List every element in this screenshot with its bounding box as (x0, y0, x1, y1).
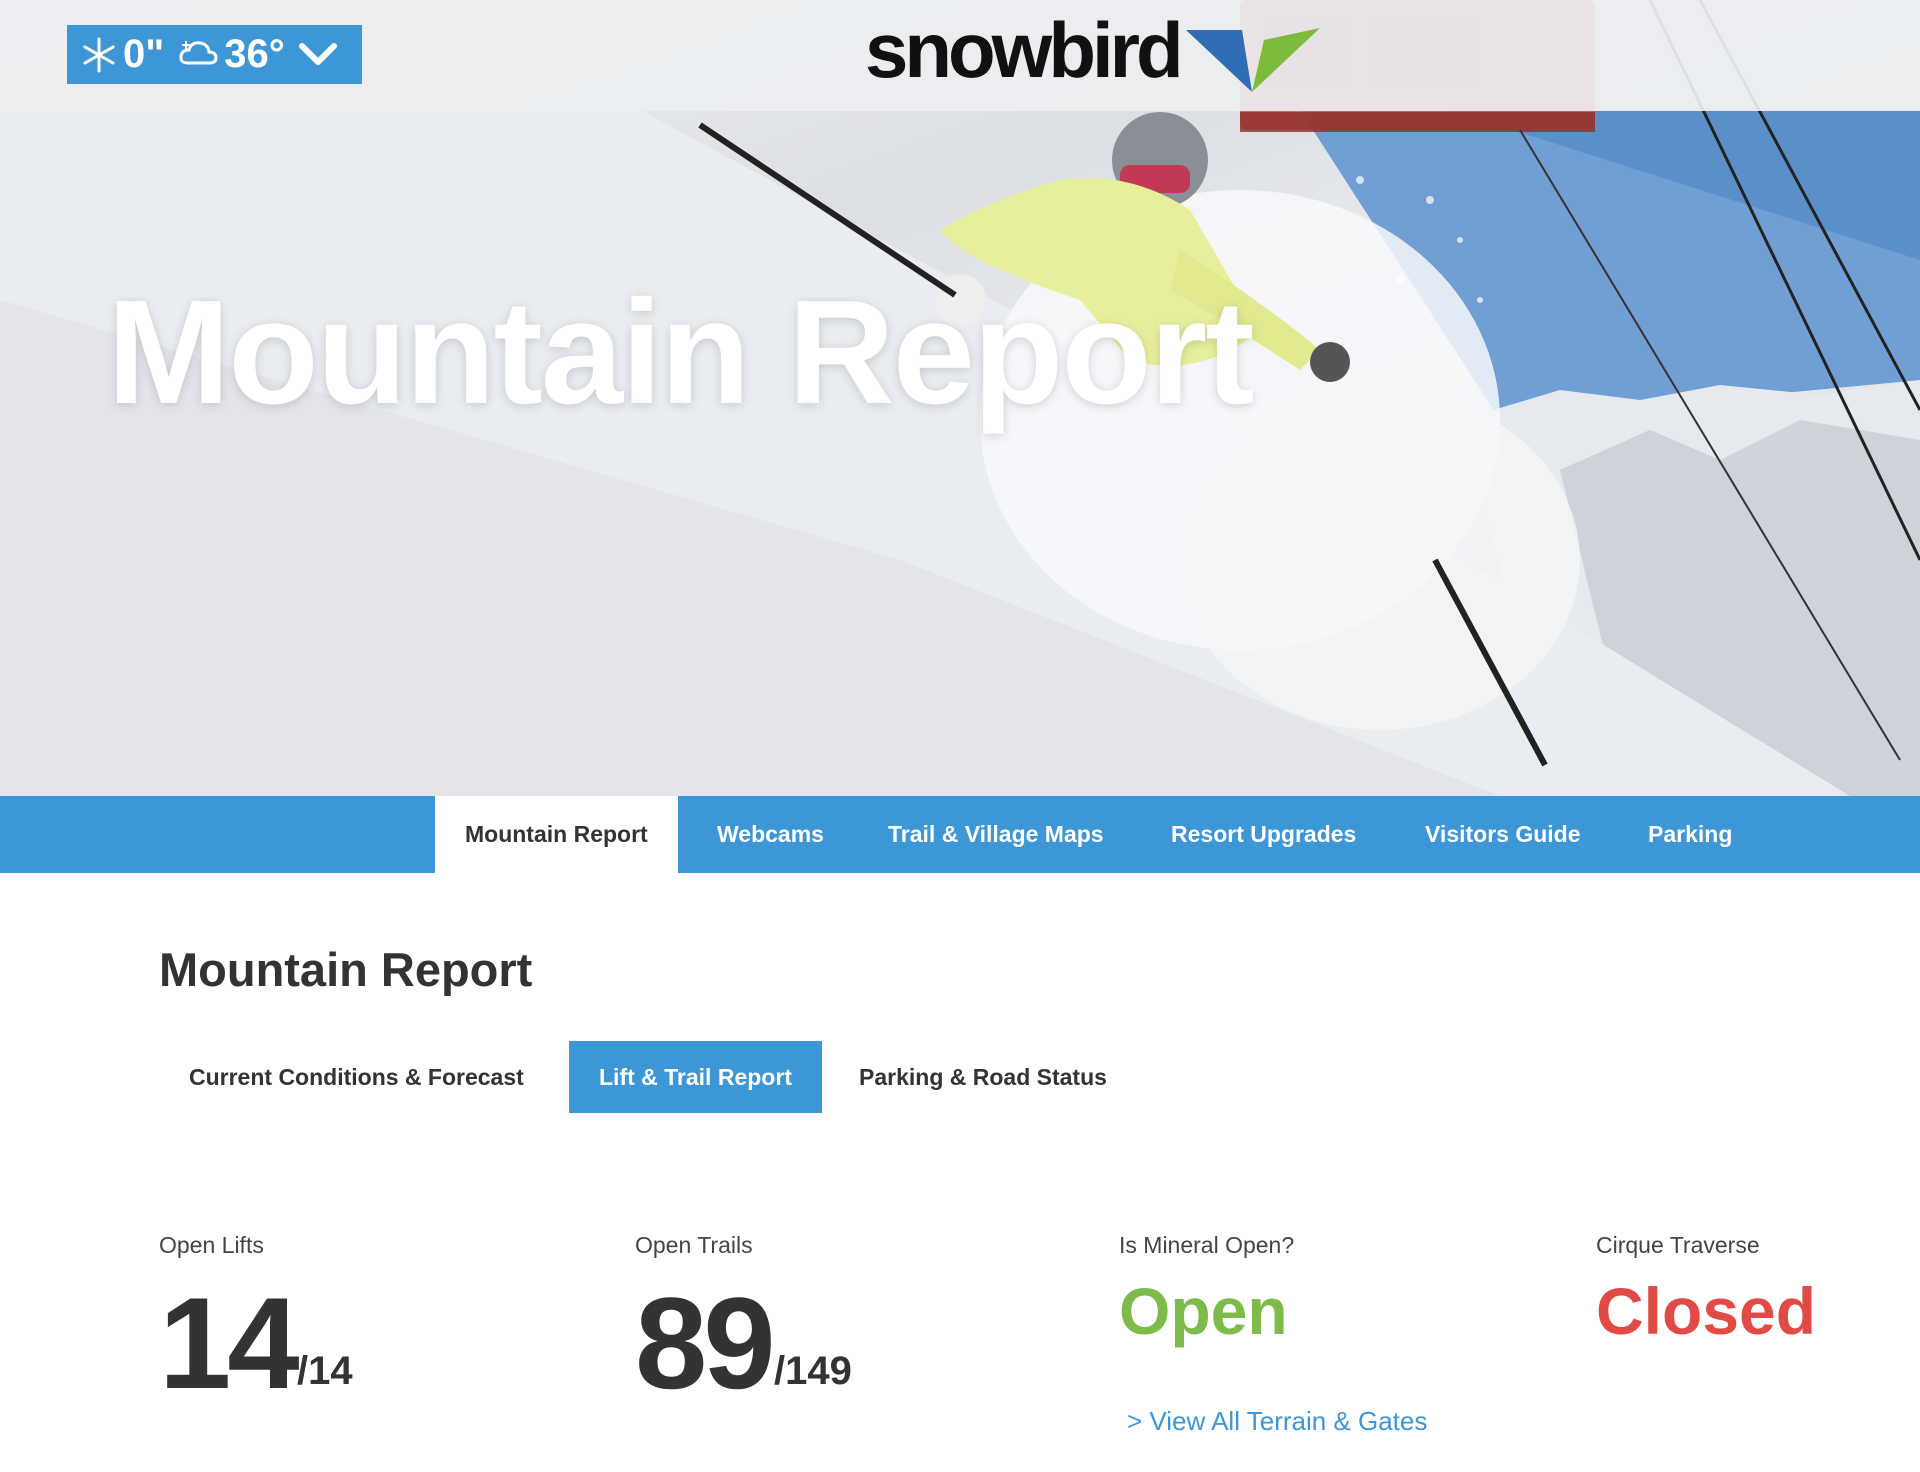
open-trails-total: /149 (774, 1349, 852, 1393)
hero-banner: 0" 36° snowbird Mountain Report (0, 0, 1920, 796)
chevron-down-icon[interactable] (298, 42, 337, 68)
cirque-label: Cirque Traverse (1596, 1232, 1760, 1258)
open-lifts-value: 14 (159, 1270, 300, 1416)
nav-tab-trail-village-maps[interactable]: Trail & Village Maps (888, 796, 1104, 873)
nav-tab-webcams[interactable]: Webcams (717, 796, 824, 873)
nav-tab-mountain-report[interactable]: Mountain Report (435, 796, 678, 873)
view-terrain-gates-link[interactable]: > View All Terrain & Gates (1127, 1406, 1427, 1437)
hero-title: Mountain Report (107, 270, 1255, 435)
open-trails-value: 89 (635, 1270, 776, 1416)
weather-widget[interactable]: 0" 36° (67, 25, 362, 84)
subtab-parking-road-status[interactable]: Parking & Road Status (829, 1041, 1137, 1113)
temperature-value: 36° (224, 32, 285, 76)
open-lifts-total: /14 (297, 1349, 353, 1393)
mineral-status: Open (1119, 1274, 1288, 1348)
nav-tab-visitors-guide[interactable]: Visitors Guide (1425, 796, 1581, 873)
snowbird-logo[interactable]: snowbird (865, 0, 1320, 100)
logo-text: snowbird (865, 6, 1184, 94)
subtab-current-conditions[interactable]: Current Conditions & Forecast (159, 1041, 554, 1113)
nav-tab-parking[interactable]: Parking (1648, 796, 1732, 873)
snowfall-value: 0" (123, 32, 165, 76)
bird-logo-icon (1185, 28, 1320, 92)
cirque-status: Closed (1596, 1274, 1817, 1348)
open-trails-label: Open Trails (635, 1232, 753, 1258)
open-lifts-label: Open Lifts (159, 1232, 264, 1258)
nav-tab-resort-upgrades[interactable]: Resort Upgrades (1171, 796, 1356, 873)
snowflake-icon (81, 37, 117, 73)
section-title: Mountain Report (159, 943, 533, 996)
mineral-label: Is Mineral Open? (1119, 1232, 1295, 1258)
subtab-lift-trail-report[interactable]: Lift & Trail Report (569, 1041, 822, 1113)
cloud-snow-icon (178, 37, 218, 73)
main-nav: Mountain Report Webcams Trail & Village … (0, 796, 1920, 873)
